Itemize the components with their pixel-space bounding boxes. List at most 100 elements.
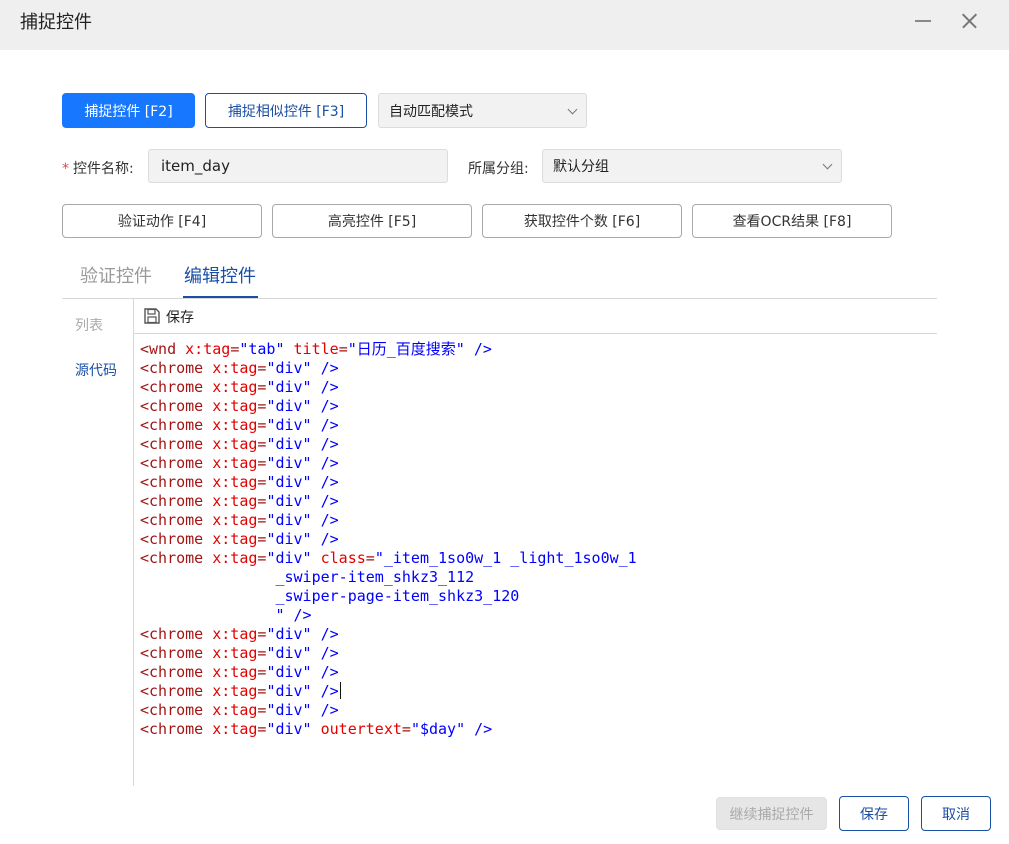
tabs-divider: [62, 298, 937, 299]
title-bar: 捕捉控件: [0, 0, 1009, 50]
code-token: x:tag: [212, 663, 258, 681]
save-icon[interactable]: [143, 307, 161, 325]
code-line: <chrome x:tag="div" />: [140, 454, 930, 473]
code-token: "div": [266, 530, 312, 548]
code-token: />: [311, 492, 339, 510]
code-token: />: [311, 663, 339, 681]
code-token: <chrome: [140, 682, 213, 700]
code-token: />: [311, 644, 339, 662]
code-token: x:tag: [212, 720, 258, 738]
capture-similar-button[interactable]: 捕捉相似控件 [F3]: [205, 93, 367, 128]
code-token: x:tag: [212, 473, 258, 491]
code-token: "div": [266, 397, 312, 415]
code-token: outertext: [320, 720, 402, 738]
code-token: />: [311, 511, 339, 529]
code-line: <chrome x:tag="div" outertext="$day" />: [140, 720, 930, 739]
code-token: <chrome: [140, 663, 213, 681]
code-token: />: [311, 435, 339, 453]
code-token: />: [311, 473, 339, 491]
code-line: <chrome x:tag="div" />: [140, 397, 930, 416]
code-token: <chrome: [140, 473, 213, 491]
save-button[interactable]: 保存: [839, 796, 909, 831]
code-token: x:tag: [212, 435, 258, 453]
code-token: "div": [266, 625, 312, 643]
code-line: <chrome x:tag="div" class="_item_1so0w_1…: [140, 549, 930, 568]
code-token: _swiper-item_shkz3_112: [140, 568, 475, 586]
code-token: />: [311, 397, 339, 415]
code-token: x:tag: [212, 454, 258, 472]
code-line: <chrome x:tag="div" />: [140, 682, 930, 701]
code-line: <chrome x:tag="div" />: [140, 663, 930, 682]
code-token: <chrome: [140, 549, 213, 567]
code-token: />: [311, 359, 339, 377]
editor-save-button[interactable]: 保存: [166, 307, 194, 327]
code-token: <chrome: [140, 701, 213, 719]
chevron-down-icon: [822, 159, 833, 170]
window-title: 捕捉控件: [20, 12, 92, 33]
code-token: "tab": [239, 340, 285, 358]
code-token: "div": [266, 701, 312, 719]
capture-control-button[interactable]: 捕捉控件 [F2]: [62, 93, 195, 128]
code-line: <chrome x:tag="div" />: [140, 492, 930, 511]
text-caret: [339, 682, 341, 699]
code-token: class: [320, 549, 366, 567]
sidebar-item-list[interactable]: 列表: [75, 315, 103, 335]
code-line: <chrome x:tag="div" />: [140, 625, 930, 644]
code-token: =: [365, 549, 375, 567]
code-line: <chrome x:tag="div" />: [140, 378, 930, 397]
cancel-button[interactable]: 取消: [921, 796, 991, 831]
code-token: "div": [266, 682, 312, 700]
code-token: <chrome: [140, 720, 213, 738]
code-token: x:tag: [212, 416, 258, 434]
control-name-label: * 控件名称:: [62, 158, 134, 178]
match-mode-select[interactable]: 自动匹配模式: [378, 93, 587, 128]
continue-capture-button[interactable]: 继续捕捉控件: [716, 797, 827, 830]
highlight-control-button[interactable]: 高亮控件 [F5]: [272, 204, 472, 238]
code-token: <chrome: [140, 454, 213, 472]
active-tab-indicator: [183, 296, 258, 298]
code-token: "div": [266, 416, 312, 434]
code-token: />: [311, 625, 339, 643]
code-token: "div": [266, 435, 312, 453]
code-token: />: [311, 682, 339, 700]
code-line: " />: [140, 606, 930, 625]
code-token: <chrome: [140, 530, 213, 548]
tab-verify-control[interactable]: 验证控件: [80, 262, 152, 288]
code-token: />: [311, 416, 339, 434]
close-icon[interactable]: [958, 10, 980, 32]
chevron-down-icon: [567, 104, 578, 114]
code-token: "_item_1so0w_1 _light_1so0w_1: [374, 549, 637, 567]
get-control-count-button[interactable]: 获取控件个数 [F6]: [482, 204, 682, 238]
code-token: "$day": [410, 720, 466, 738]
code-token: x:tag: [212, 359, 258, 377]
view-ocr-button[interactable]: 查看OCR结果 [F8]: [692, 204, 892, 238]
code-token: =: [338, 340, 348, 358]
code-token: <chrome: [140, 511, 213, 529]
group-label: 所属分组:: [468, 161, 529, 177]
code-token: "div": [266, 378, 312, 396]
code-token: />: [311, 454, 339, 472]
match-mode-value: 自动匹配模式: [389, 103, 473, 120]
minimize-icon[interactable]: [913, 12, 935, 30]
group-select[interactable]: 默认分组: [542, 149, 842, 183]
code-token: x:tag: [212, 682, 258, 700]
code-token: x:tag: [212, 492, 258, 510]
code-line: <chrome x:tag="div" />: [140, 511, 930, 530]
code-token: />: [311, 378, 339, 396]
code-token: <chrome: [140, 644, 213, 662]
code-token: x:tag: [212, 511, 258, 529]
verify-action-button[interactable]: 验证动作 [F4]: [62, 204, 262, 238]
source-code-editor[interactable]: <wnd x:tag="tab" title="日历_百度搜索" /> <chro…: [140, 340, 930, 739]
code-token: "div": [266, 720, 312, 738]
code-token: "div": [266, 511, 312, 529]
code-token: <chrome: [140, 359, 213, 377]
code-token: />: [465, 720, 493, 738]
sidebar-item-source[interactable]: 源代码: [75, 360, 117, 380]
control-name-label-text: 控件名称:: [73, 161, 134, 177]
code-token: x:tag: [212, 625, 258, 643]
control-name-input[interactable]: item_day: [148, 149, 448, 183]
tab-edit-control[interactable]: 编辑控件: [184, 262, 256, 288]
